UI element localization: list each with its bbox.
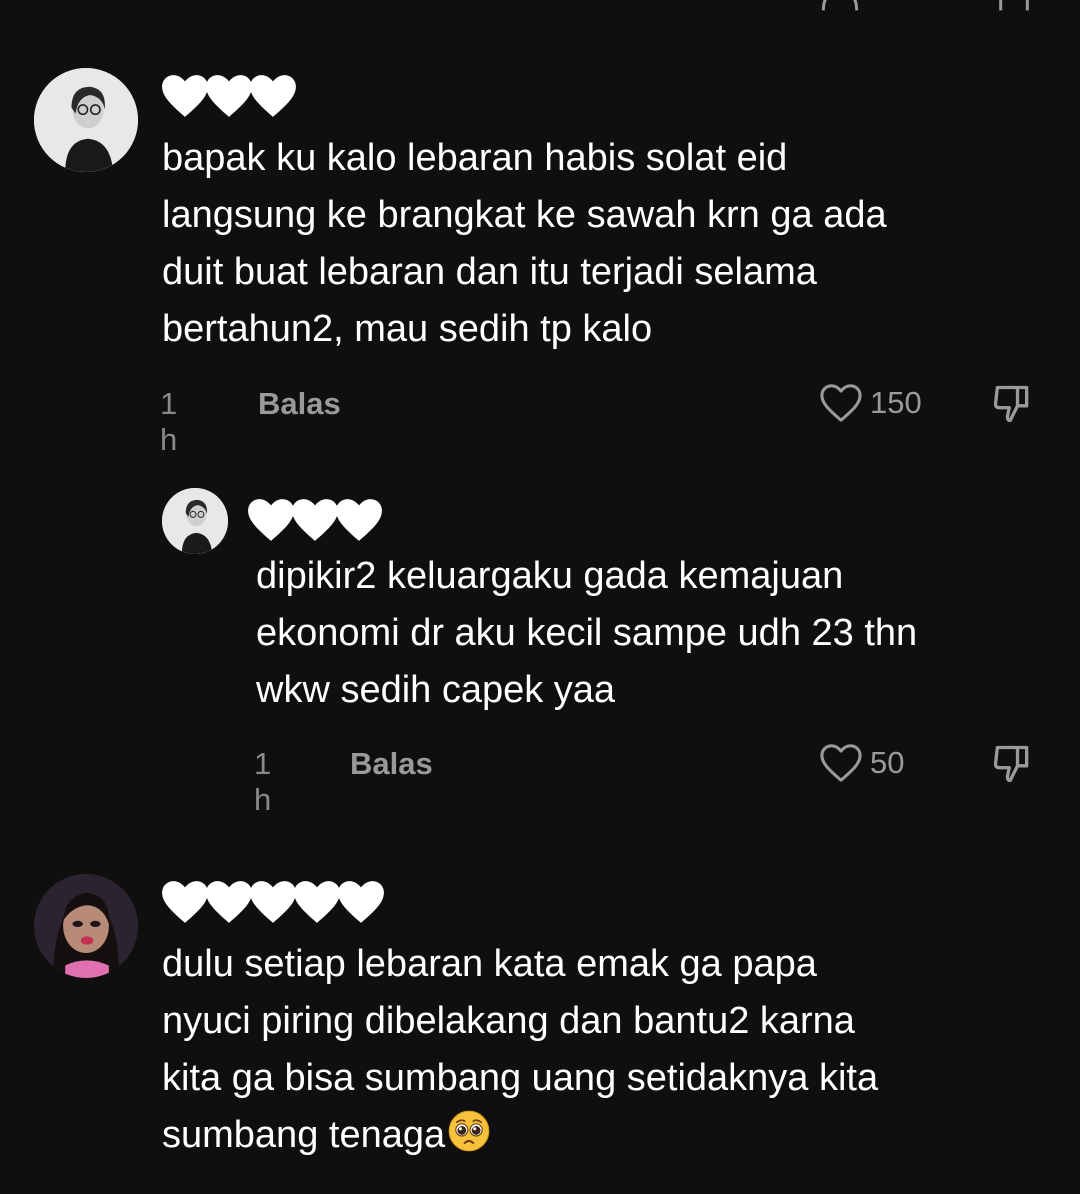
heart-icon bbox=[160, 879, 210, 925]
comment-time: 1 h bbox=[254, 746, 272, 817]
user-photo-icon bbox=[162, 488, 228, 554]
heart-icon bbox=[292, 879, 342, 925]
heart-icon bbox=[248, 879, 298, 925]
avatar[interactable] bbox=[34, 68, 138, 172]
like-count: 150 bbox=[870, 385, 922, 420]
heart-outline-icon bbox=[820, 384, 862, 422]
heart-icon bbox=[204, 879, 254, 925]
heart-icon bbox=[160, 73, 210, 119]
dislike-button[interactable] bbox=[990, 382, 1034, 426]
heart-icon bbox=[290, 497, 340, 543]
username-hearts[interactable] bbox=[246, 494, 382, 546]
like-count: 50 bbox=[870, 745, 905, 780]
thumbs-down-icon bbox=[993, 745, 1029, 783]
heart-icon bbox=[204, 73, 254, 119]
username-hearts[interactable] bbox=[160, 70, 296, 122]
comment-time: 1 h bbox=[160, 386, 178, 457]
heart-icon bbox=[334, 497, 384, 543]
user-photo-icon bbox=[34, 68, 138, 172]
avatar[interactable] bbox=[162, 488, 228, 554]
heart-outline-icon bbox=[820, 0, 860, 14]
heart-icon bbox=[248, 73, 298, 119]
heart-outline-icon bbox=[820, 744, 862, 782]
heart-icon bbox=[246, 497, 296, 543]
reply-button[interactable]: Balas bbox=[258, 386, 341, 422]
pleading-face-icon bbox=[447, 1109, 491, 1153]
user-avatar-icon bbox=[34, 874, 138, 978]
comment-text-body: dulu setiap lebaran kata emak ga papa ny… bbox=[162, 943, 879, 1156]
like-button[interactable]: 150 bbox=[818, 382, 922, 424]
comment-text: dipikir2 keluargaku gada kemajuan ekonom… bbox=[256, 555, 918, 711]
reply-button[interactable]: Balas bbox=[350, 746, 433, 782]
thumbs-down-icon bbox=[993, 385, 1029, 423]
avatar[interactable] bbox=[34, 874, 138, 978]
like-button[interactable]: 50 bbox=[818, 742, 904, 784]
dislike-button[interactable] bbox=[990, 742, 1034, 786]
comment-text: bapak ku kalo lebaran habis solat eid la… bbox=[162, 137, 887, 350]
username-hearts[interactable] bbox=[160, 876, 384, 928]
thumbs-down-icon bbox=[994, 0, 1034, 14]
comment-text: dulu setiap lebaran kata emak ga papa ny… bbox=[162, 936, 1062, 1164]
heart-icon bbox=[336, 879, 386, 925]
